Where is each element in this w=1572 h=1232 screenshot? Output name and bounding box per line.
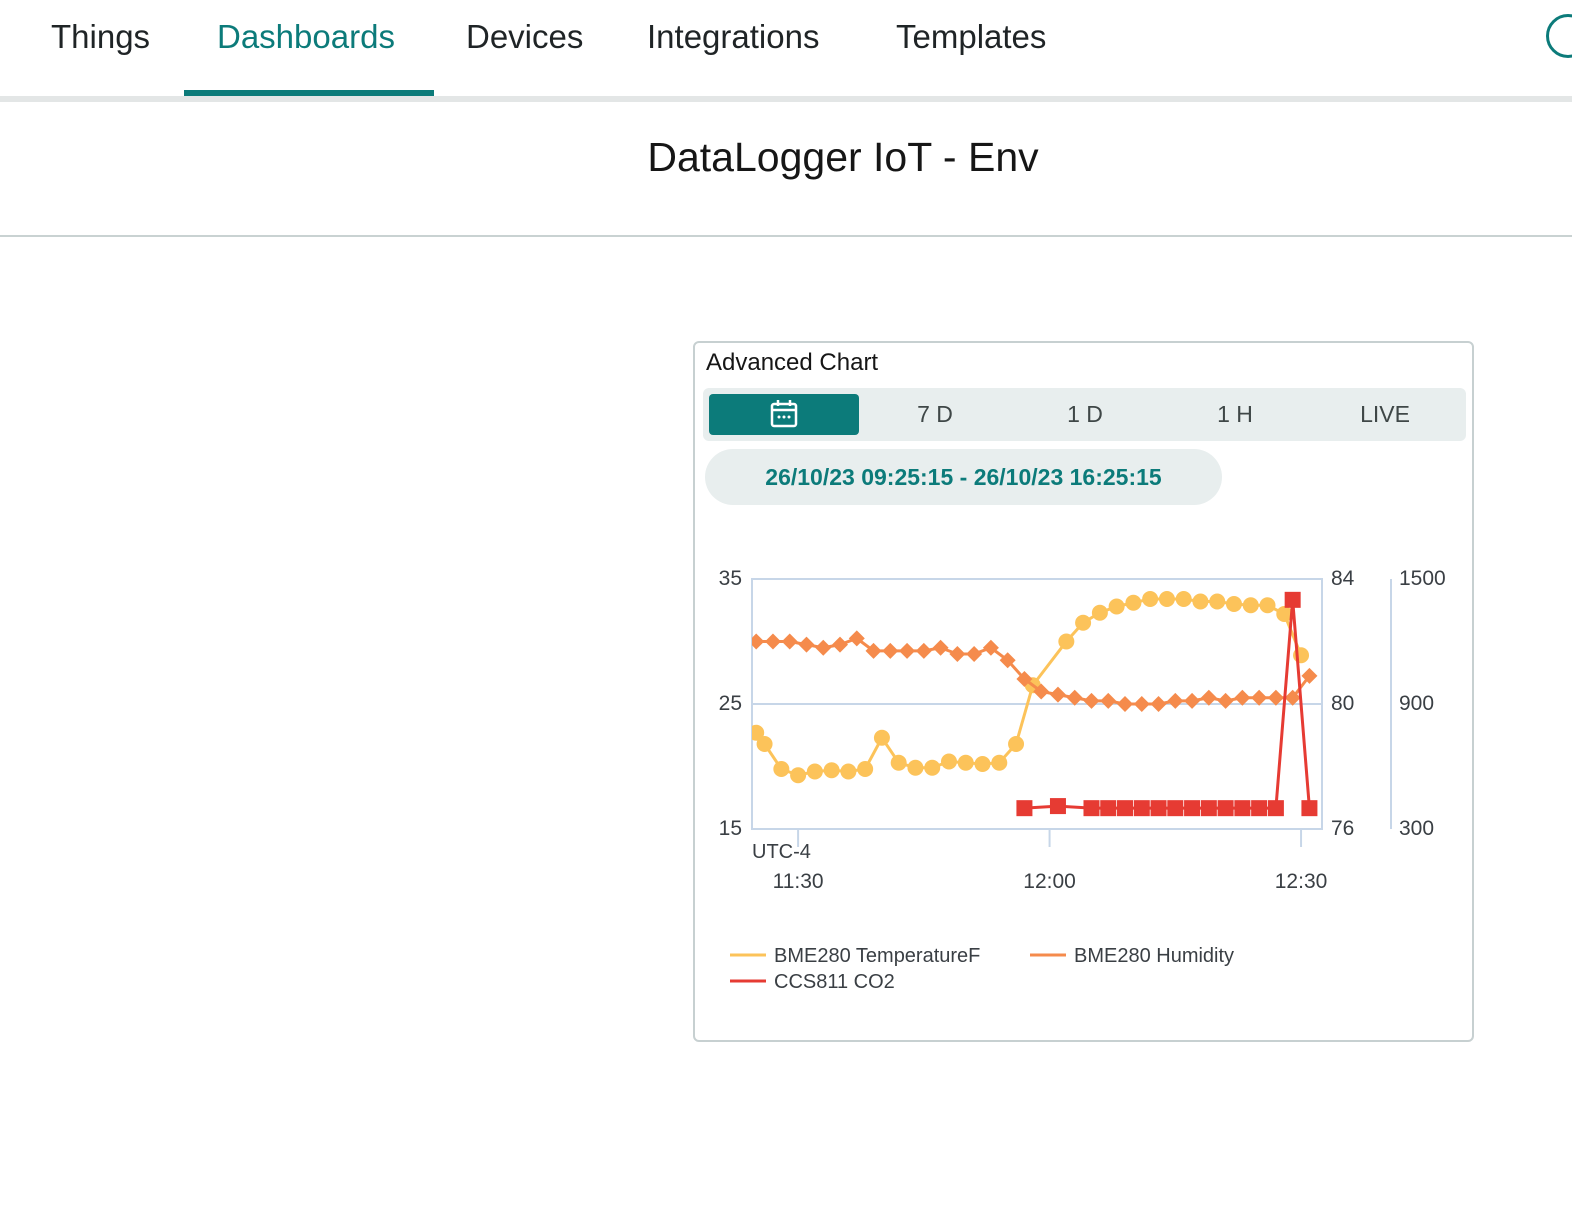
far-right-axis-tick-label: 300 <box>1399 817 1434 840</box>
bme280-humidity-point <box>752 633 765 650</box>
bme280-humidity-point <box>1184 692 1201 709</box>
bme280-temperaturef-point <box>1058 633 1075 650</box>
left-axis-tick-label: 25 <box>719 692 742 715</box>
far-right-axis-tick-label: 1500 <box>1399 567 1446 590</box>
bme280-temperaturef-point <box>1125 594 1142 611</box>
ccs811-co2-point <box>1049 798 1066 815</box>
tab-templates[interactable]: Templates <box>896 0 1046 95</box>
dashboard-title: DataLogger IoT - Env <box>647 134 1039 180</box>
bme280-temperaturef-point <box>890 754 907 771</box>
bme280-temperaturef-point <box>806 763 823 780</box>
ccs811-co2-point <box>1284 591 1301 608</box>
ccs811-co2-point <box>1133 800 1150 817</box>
ccs811-co2-point <box>1117 800 1134 817</box>
x-tick-label: 12:30 <box>1275 870 1328 893</box>
top-navigation: Things Dashboards Devices Integrations T… <box>0 0 1572 100</box>
bme280-humidity-point <box>798 636 815 653</box>
ccs811-co2-point <box>1100 800 1117 817</box>
bme280-temperaturef-point <box>924 759 941 776</box>
tab-devices[interactable]: Devices <box>466 0 583 95</box>
legend-label-bme280-temperaturef: BME280 TemperatureF <box>774 945 980 967</box>
title-divider <box>0 235 1572 237</box>
ccs811-co2-point <box>1217 800 1234 817</box>
bme280-temperaturef-point <box>873 729 890 746</box>
ccs811-co2-point <box>1301 800 1318 817</box>
bme280-temperaturef-point <box>840 763 857 780</box>
ccs811-co2-point <box>1200 800 1217 817</box>
bme280-temperaturef-point <box>1259 597 1276 614</box>
ccs811-co2-point <box>1016 800 1033 817</box>
bme280-temperaturef-point <box>991 754 1008 771</box>
left-axis-tick-label: 35 <box>719 567 742 590</box>
bme280-temperaturef-point <box>957 754 974 771</box>
bme280-humidity-point <box>815 639 832 656</box>
bme280-humidity-point <box>764 633 781 650</box>
bme280-temperaturef-point <box>907 759 924 776</box>
bme280-temperaturef-point <box>773 761 790 777</box>
nav-divider <box>0 96 1572 102</box>
right-axis-tick-label: 84 <box>1331 567 1355 590</box>
bme280-temperaturef-point <box>1158 591 1175 607</box>
ccs811-co2-point <box>1267 800 1284 817</box>
bme280-humidity-point <box>932 639 949 656</box>
bme280-humidity-point <box>832 636 849 653</box>
line-chart: 11:30 12:00 12:30 UTC-4 35 25 15 84 80 76 1500 900 3… <box>719 567 1446 993</box>
bme280-humidity-point <box>1083 692 1100 709</box>
bme280-temperaturef-point <box>1175 591 1192 607</box>
bme280-humidity-point <box>1100 692 1117 709</box>
ccs811-co2-point <box>1184 800 1201 817</box>
bme280-temperaturef-point <box>974 756 991 772</box>
bme280-temperaturef-point <box>1192 593 1209 610</box>
ccs811-co2-point <box>1167 800 1184 817</box>
far-right-axis-tick-label: 900 <box>1399 692 1434 715</box>
right-axis-tick-label: 80 <box>1331 692 1354 715</box>
tab-integrations[interactable]: Integrations <box>647 0 819 95</box>
bme280-humidity-point <box>1167 692 1184 709</box>
bme280-humidity-point <box>882 642 899 659</box>
bme280-temperaturef-point <box>1209 593 1226 610</box>
bme280-humidity-point <box>1049 686 1066 703</box>
bme280-temperaturef-point <box>1075 614 1092 631</box>
bme280-humidity-point <box>949 646 966 662</box>
tab-things[interactable]: Things <box>51 0 150 95</box>
bme280-temperaturef-point <box>940 753 957 770</box>
bme280-humidity-point <box>781 633 798 650</box>
ccs811-co2-point <box>1251 800 1268 817</box>
bme280-temperaturef-point <box>790 767 807 784</box>
bme280-temperaturef-point <box>1142 591 1159 607</box>
ccs811-co2-point <box>1083 800 1100 817</box>
bme280-temperaturef-point <box>823 762 840 779</box>
user-avatar[interactable] <box>1546 14 1572 58</box>
bme280-humidity-point <box>1150 696 1167 712</box>
legend-label-ccs811-co2: CCS811 CO2 <box>774 971 895 993</box>
bme280-humidity-point <box>1133 696 1150 712</box>
timezone-label: UTC-4 <box>752 841 811 863</box>
advanced-chart-widget: Advanced Chart 7 D 1 D 1 H LIVE 26/10/23… <box>693 341 1474 1042</box>
bme280-temperaturef-point <box>756 736 773 752</box>
bme280-humidity-point <box>1217 692 1234 709</box>
left-axis-tick-label: 15 <box>719 817 742 840</box>
right-axis-tick-label: 76 <box>1331 817 1354 840</box>
bme280-temperaturef-point <box>1008 736 1025 752</box>
bme280-temperaturef-point <box>1225 596 1242 612</box>
legend-label-bme280-humidity: BME280 Humidity <box>1074 945 1234 967</box>
x-tick-label: 12:00 <box>1023 870 1076 893</box>
bme280-temperaturef-point <box>857 761 874 777</box>
tab-dashboards[interactable]: Dashboards <box>217 0 395 95</box>
bme280-humidity-point <box>966 646 983 662</box>
ccs811-co2-point <box>1150 800 1167 817</box>
bme280-temperaturef-point <box>1108 598 1125 615</box>
ccs811-co2-point <box>1234 800 1251 817</box>
bme280-humidity-point <box>1117 696 1134 712</box>
bme280-humidity-point <box>915 642 932 659</box>
bme280-temperaturef-point <box>1091 604 1108 621</box>
bme280-humidity-point <box>899 642 916 659</box>
x-tick-label: 11:30 <box>773 870 824 893</box>
bme280-temperaturef-point <box>1242 597 1259 614</box>
